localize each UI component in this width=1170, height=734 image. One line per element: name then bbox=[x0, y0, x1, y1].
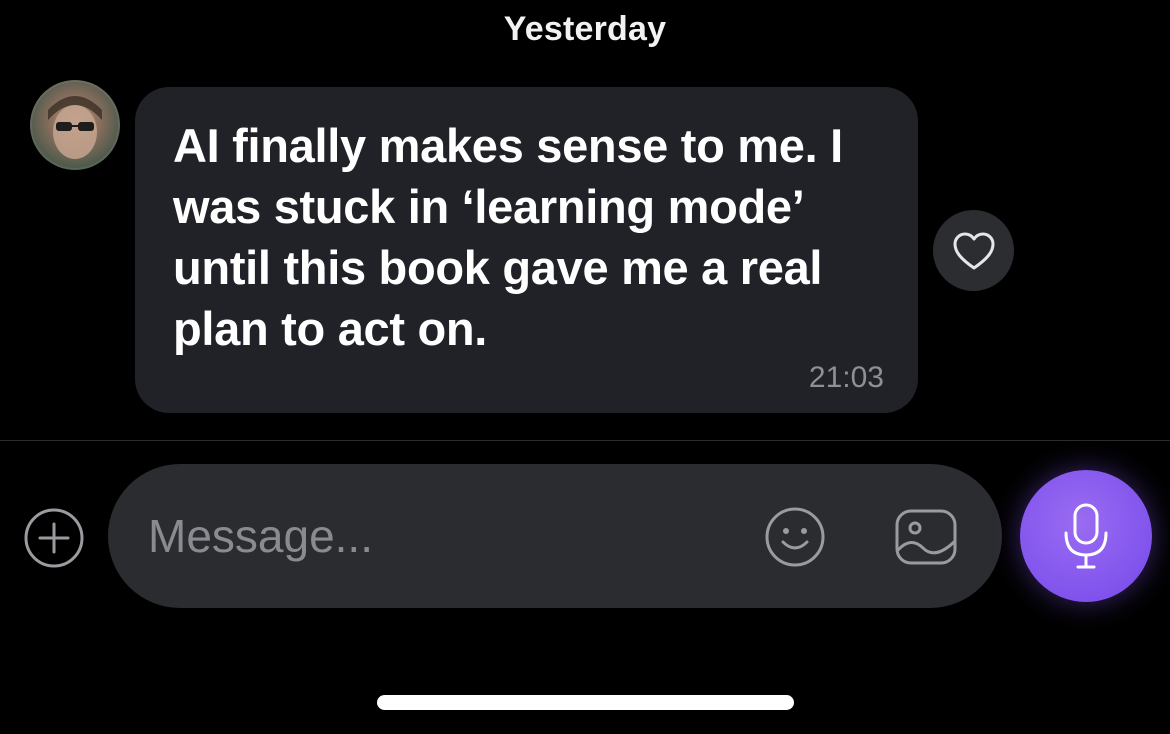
message-bubble[interactable]: AI finally makes sense to me. I was stuc… bbox=[135, 87, 918, 413]
date-separator: Yesterday bbox=[503, 10, 667, 48]
message-composer[interactable] bbox=[108, 464, 1002, 608]
composer-divider bbox=[0, 440, 1170, 441]
heart-icon bbox=[953, 232, 994, 269]
image-attachment-button[interactable] bbox=[893, 506, 959, 568]
add-attachment-button[interactable] bbox=[23, 507, 85, 569]
plus-circle-icon bbox=[24, 508, 84, 568]
message-timestamp: 21:03 bbox=[808, 361, 884, 394]
voice-message-button[interactable] bbox=[1020, 470, 1152, 602]
home-indicator[interactable] bbox=[377, 695, 794, 710]
sender-avatar[interactable] bbox=[30, 80, 120, 170]
message-input[interactable] bbox=[148, 500, 708, 572]
message-text: AI finally makes sense to me. I was stuc… bbox=[173, 119, 843, 355]
avatar-photo bbox=[48, 96, 102, 159]
smiley-icon bbox=[765, 507, 825, 567]
image-icon bbox=[895, 509, 957, 565]
like-reaction-button[interactable] bbox=[933, 210, 1014, 291]
microphone-icon bbox=[1064, 503, 1108, 569]
emoji-button[interactable] bbox=[764, 506, 826, 568]
